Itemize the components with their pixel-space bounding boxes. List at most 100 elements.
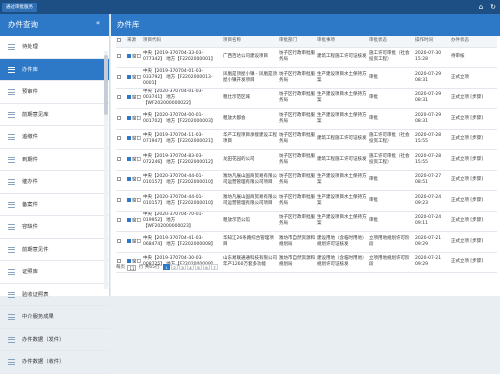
row-name[interactable]: 广西百达公司建设项目 bbox=[222, 47, 278, 68]
row-checkbox[interactable] bbox=[116, 211, 126, 232]
sidebar-item[interactable]: 追缴件 bbox=[0, 126, 109, 149]
refresh-icon[interactable]: ↻ bbox=[488, 2, 498, 12]
row-time: 2020-07-28 15:55 bbox=[414, 129, 450, 150]
sidebar-item-label: 容缺件 bbox=[22, 224, 38, 230]
row-name[interactable]: 凤凰是顶屋小镇 - 凤凰是顶屋小镇开发项目 bbox=[222, 67, 278, 89]
row-source: 窗口 bbox=[126, 47, 142, 68]
row-checkbox[interactable] bbox=[116, 108, 126, 130]
row-checkbox[interactable] bbox=[116, 47, 126, 68]
sidebar-item-label: 办件库 bbox=[22, 66, 38, 73]
page-button[interactable]: 6 bbox=[202, 263, 210, 270]
row-code[interactable]: 中央【2019-370704-33-03-077342】 地方【F2202000… bbox=[142, 47, 222, 68]
sidebar-item-label: 验收证照表 bbox=[22, 291, 49, 298]
sidebar-item[interactable]: 前期意见库 bbox=[0, 104, 109, 126]
page-button[interactable]: 1 bbox=[162, 263, 170, 270]
collapse-icon[interactable]: « bbox=[90, 16, 106, 30]
sidebar-item[interactable]: 验收证照表 bbox=[0, 284, 109, 306]
sidebar-scrollbar[interactable] bbox=[104, 51, 108, 289]
row-checkbox[interactable] bbox=[116, 190, 126, 212]
row-name[interactable]: 华产工程项目承接建设工程项目 bbox=[222, 129, 278, 150]
row-code[interactable]: 中央【2019-370704-41-03-068474】 地方【F2202000… bbox=[142, 231, 222, 253]
scrollbar-thumb[interactable] bbox=[104, 55, 108, 115]
row-state: 正式立项 [步骤] bbox=[450, 231, 497, 253]
row-name[interactable]: 潍坊凡展山国商贸易有限公司运营管理有限公司项目 bbox=[222, 170, 278, 191]
row-code[interactable]: 中央【2019-370704-01-03-033792】 地方【F2202000… bbox=[142, 67, 222, 89]
page-button[interactable]: 7 bbox=[210, 263, 218, 270]
row-code[interactable]: 中央【2019-370704-83-03-072246】 地方【F2202000… bbox=[142, 149, 222, 171]
sidebar-item[interactable]: 前期意见件 bbox=[0, 239, 109, 261]
row-name[interactable]: 华知江26条路综合管理项目 bbox=[222, 231, 278, 253]
table-row[interactable]: 窗口 中央【2020-370704-44-01-010157】 地方【F22020… bbox=[116, 190, 497, 212]
table-row[interactable]: 窗口 中央【2020-370704-70-01-019952】 地方【WF2020… bbox=[116, 211, 497, 232]
home-icon[interactable]: ⌂ bbox=[476, 2, 486, 12]
sidebar-menu: 待处理办件库预审件 前期意见库追缴件到期件催办件备案件容缺件前期意见件 证照库验收证… bbox=[0, 36, 109, 374]
page-button[interactable]: 3 bbox=[178, 263, 186, 270]
row-checkbox[interactable] bbox=[116, 231, 126, 253]
row-name[interactable]: 粗放示范公馆 bbox=[222, 211, 278, 232]
col-source[interactable]: 来源 bbox=[126, 36, 142, 48]
row-checkbox[interactable] bbox=[116, 149, 126, 171]
table-row[interactable]: 窗口 中央【2020-370704-01-03-003741】 地方【WF2020… bbox=[116, 88, 497, 109]
row-item: 生产建设项目水土保持方案 bbox=[316, 88, 368, 109]
sidebar-item[interactable]: 预审件 bbox=[0, 81, 109, 104]
table-row[interactable]: 窗口 中央【2020-370704-44-01-010157】 地方【F22020… bbox=[116, 170, 497, 191]
sidebar-item[interactable]: 办件数据（收件） bbox=[0, 351, 109, 374]
sidebar-item-label: 待处理 bbox=[22, 44, 38, 50]
table-row[interactable]: 窗口 中央【2020-370704-00-01-001702】 地方【F22020… bbox=[116, 108, 497, 130]
sidebar-item[interactable]: 催办件 bbox=[0, 171, 109, 194]
sidebar-item[interactable]: 备案件 bbox=[0, 194, 109, 216]
row-code[interactable]: 中央【2020-370704-44-01-010157】 地方【F2202000… bbox=[142, 170, 222, 191]
page-size-select[interactable]: 11 bbox=[127, 265, 137, 271]
pager: 每页 11 行 共65行 1234567 bbox=[116, 263, 219, 273]
row-checkbox[interactable] bbox=[116, 170, 126, 191]
sidebar-item-label: 备案件 bbox=[22, 201, 38, 208]
col-item[interactable]: 审批事项 bbox=[316, 36, 368, 48]
row-name[interactable]: 龙田花园的公司 bbox=[222, 149, 278, 171]
col-code[interactable]: 项目代码 bbox=[142, 36, 222, 48]
row-checkbox[interactable] bbox=[116, 88, 126, 109]
window-tab[interactable]: 通过审批服务 bbox=[2, 3, 37, 12]
table-row[interactable]: 窗口 中央【2019-370704-11-03-071947】 地方【F22020… bbox=[116, 129, 497, 150]
row-item: 生产建设项目水土保持方案 bbox=[316, 67, 368, 89]
col-status[interactable]: 审批状态 bbox=[368, 36, 414, 48]
list-icon bbox=[8, 269, 15, 275]
row-code[interactable]: 中央【2020-370704-00-01-001702】 地方【F2202000… bbox=[142, 108, 222, 130]
row-checkbox[interactable] bbox=[116, 129, 126, 150]
table-row[interactable]: 窗口 中央【2019-370704-41-03-068474】 地方【F22020… bbox=[116, 231, 497, 253]
page-button[interactable]: 2 bbox=[170, 263, 178, 270]
list-icon bbox=[8, 111, 15, 118]
row-status: 施工许可审批（社会投资工程） bbox=[368, 129, 414, 150]
row-name[interactable]: 山东易联通通科技有限公司年产1260万套多功能 bbox=[222, 252, 278, 273]
top-bar: 通过审批服务 ⌂ ↻ bbox=[0, 0, 500, 14]
sidebar-item[interactable]: 办件数据（发件） bbox=[0, 329, 109, 351]
row-name[interactable]: 粗壮示范区域 bbox=[222, 88, 278, 109]
row-name[interactable]: 潍坊凡展山国商贸易有限公司运营管理有限公司项目 bbox=[222, 190, 278, 212]
row-code[interactable]: 中央【2020-370704-70-01-019952】 地方【WF202000… bbox=[142, 211, 222, 232]
list-icon bbox=[8, 66, 15, 73]
row-code[interactable]: 中央【2019-370704-11-03-071947】 地方【F2202000… bbox=[142, 129, 222, 150]
sidebar-item[interactable]: 待处理 bbox=[0, 36, 109, 59]
sidebar-item[interactable]: 办件库 bbox=[0, 58, 109, 81]
sidebar-item[interactable]: 到期件 bbox=[0, 149, 109, 171]
row-code[interactable]: 中央【2020-370704-44-01-010157】 地方【F2202000… bbox=[142, 190, 222, 212]
sidebar-item-label: 追缴件 bbox=[22, 134, 38, 140]
col-name[interactable]: 项目名称 bbox=[222, 36, 278, 48]
row-dept: 坊子区行政审批服务局 bbox=[278, 67, 316, 89]
col-time[interactable]: 操作时间 bbox=[414, 36, 450, 48]
sidebar-item-label: 催办件 bbox=[22, 179, 38, 185]
row-time: 2020-07-28 15:55 bbox=[414, 149, 450, 171]
col-dept[interactable]: 审批部门 bbox=[278, 36, 316, 48]
col-state[interactable]: 办件状态 bbox=[450, 36, 497, 48]
page-button[interactable]: 5 bbox=[194, 263, 202, 270]
page-button[interactable]: 4 bbox=[186, 263, 194, 270]
table-row[interactable]: 窗口 中央【2019-370704-83-03-072246】 地方【F22020… bbox=[116, 149, 497, 171]
sidebar-item[interactable]: 中介服务成果 bbox=[0, 306, 109, 329]
select-all-checkbox[interactable] bbox=[116, 36, 126, 48]
row-name[interactable]: 粗放大都会 bbox=[222, 108, 278, 130]
table-row[interactable]: 窗口 中央【2019-370704-33-03-077342】 地方【F22020… bbox=[116, 47, 497, 68]
sidebar-item[interactable]: 容缺件 bbox=[0, 216, 109, 239]
row-code[interactable]: 中央【2020-370704-01-03-003741】 地方【WF202000… bbox=[142, 88, 222, 109]
sidebar-item[interactable]: 证照库 bbox=[0, 261, 109, 284]
row-checkbox[interactable] bbox=[116, 67, 126, 89]
table-row[interactable]: 窗口 中央【2019-370704-01-03-033792】 地方【F22020… bbox=[116, 67, 497, 89]
